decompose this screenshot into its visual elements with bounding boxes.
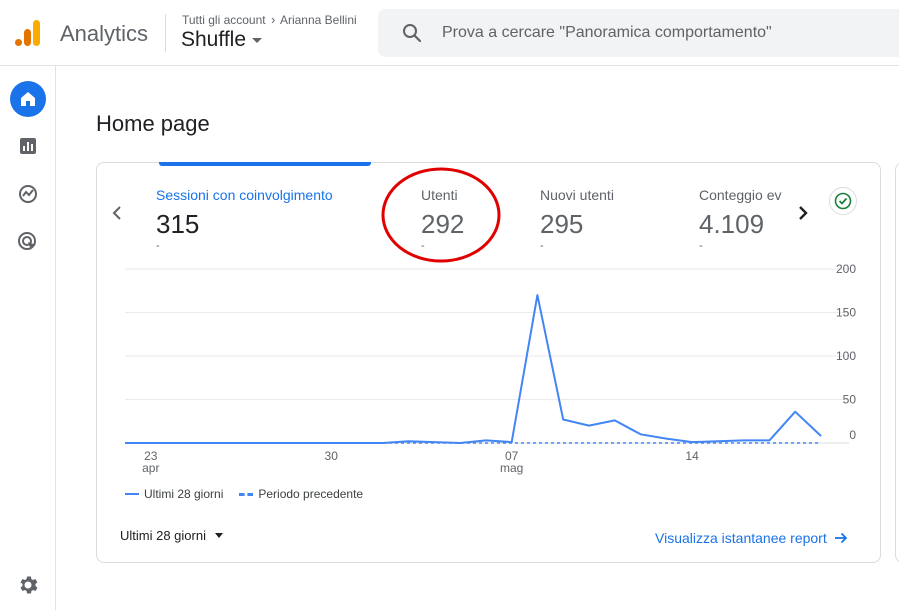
advertising-icon: [18, 232, 36, 250]
y-tick-label: 200: [836, 262, 856, 276]
analytics-logo-icon[interactable]: [14, 18, 42, 48]
annotation-circle: [381, 167, 501, 263]
legend-solid-swatch: [125, 493, 139, 495]
search-input[interactable]: [442, 19, 882, 47]
y-tick-label: 50: [843, 393, 857, 407]
property-name: Shuffle: [181, 28, 246, 51]
nav-reports[interactable]: [10, 128, 46, 164]
x-tick-sublabel: apr: [142, 461, 159, 475]
search-icon: [402, 23, 422, 48]
breadcrumb-account[interactable]: Arianna Bellini: [280, 13, 357, 27]
series-line-current: [125, 294, 822, 444]
explore-icon: [19, 185, 37, 203]
legend-item-previous: Periodo precedente: [258, 487, 364, 501]
legend-item-current: Ultimi 28 giorni: [144, 487, 224, 501]
chart-legend: Ultimi 28 giorni Periodo precedente: [125, 487, 363, 501]
period-selector[interactable]: Ultimi 28 giorni: [120, 528, 223, 543]
y-tick-label: 0: [849, 428, 856, 442]
y-tick-label: 150: [836, 306, 856, 320]
x-tick-sublabel: mag: [500, 461, 523, 475]
y-tick-label: 100: [836, 349, 856, 363]
breadcrumb[interactable]: Tutti gli account › Arianna Bellini: [182, 12, 357, 27]
chevron-right-icon: ›: [270, 12, 276, 27]
arrow-right-icon: [834, 532, 848, 544]
caret-down-icon: [252, 37, 262, 43]
header-divider: [165, 14, 166, 52]
x-tick-label: 30: [325, 449, 339, 463]
secondary-card: [895, 162, 899, 563]
legend-dashed-swatch: [239, 492, 254, 496]
app-name: Analytics: [60, 21, 149, 46]
search-bar[interactable]: [378, 9, 899, 57]
nav-explore[interactable]: [10, 176, 46, 212]
side-nav: [0, 66, 56, 610]
nav-home[interactable]: [10, 81, 46, 117]
nav-advertising[interactable]: [10, 224, 46, 260]
view-report-snapshot-link[interactable]: Visualizza istantanee report: [655, 530, 848, 546]
report-link-label: Visualizza istantanee report: [655, 530, 827, 546]
home-icon: [21, 92, 35, 106]
page-title: Home page: [96, 111, 210, 136]
reports-icon: [20, 138, 36, 154]
x-tick-label: 14: [685, 449, 699, 463]
caret-down-icon: [214, 533, 223, 538]
period-selector-label: Ultimi 28 giorni: [120, 528, 206, 543]
property-selector[interactable]: Shuffle: [181, 28, 262, 52]
breadcrumb-all-accounts[interactable]: Tutti gli account: [182, 13, 266, 27]
top-bar: Analytics Tutti gli account › Arianna Be…: [0, 0, 899, 66]
settings-icon[interactable]: [16, 573, 40, 597]
